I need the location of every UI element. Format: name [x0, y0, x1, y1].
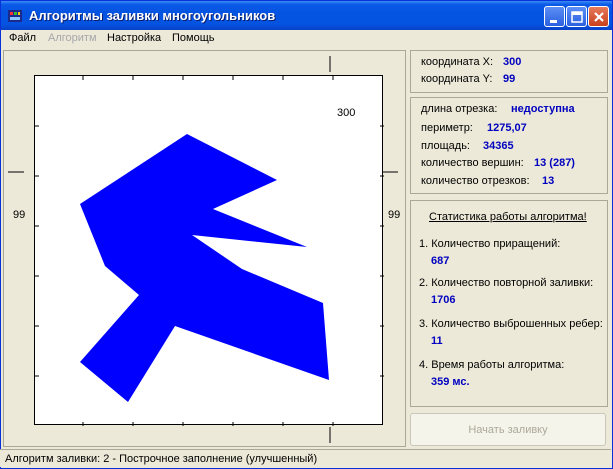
stat-time-value: 359 мс. [431, 376, 470, 388]
stat-refill-value: 1706 [431, 294, 456, 306]
stat-dropped-edges-value: 11 [431, 335, 443, 347]
coord-y-value: 99 [503, 73, 516, 85]
segments-value: 13 [542, 175, 555, 187]
length-value: недоступна [511, 103, 575, 115]
metrics-panel: длина отрезка: недоступна периметр: 1275… [410, 97, 608, 194]
stat-increments-label: 1. Количество приращений: [419, 238, 561, 250]
area-label: площадь: [421, 140, 470, 152]
stat-increments-value: 687 [431, 255, 450, 267]
vertices-label: количество вершин: [421, 157, 524, 169]
stats-title: Статистика работы алгоритма! [429, 211, 587, 223]
stat-refill-label: 2. Количество повторной заливки: [419, 277, 594, 289]
area-value: 34365 [483, 140, 514, 152]
stats-panel: Статистика работы алгоритма! 1. Количест… [410, 200, 608, 407]
start-fill-button[interactable]: Начать заливку [410, 413, 606, 446]
status-text: Алгоритм заливки: 2 - Построчное заполне… [5, 453, 318, 465]
coordinates-panel: координата X: 300 координата Y: 99 [410, 50, 608, 93]
perimeter-label: периметр: [421, 122, 473, 134]
coord-x-label: координата X: [421, 56, 494, 68]
coord-y-label: координата Y: [421, 73, 493, 85]
status-bar: Алгоритм заливки: 2 - Построчное заполне… [0, 449, 611, 467]
length-label: длина отрезка: [421, 103, 498, 115]
coord-x-value: 300 [503, 56, 522, 68]
segments-label: количество отрезков: [421, 175, 530, 187]
perimeter-value: 1275,07 [487, 122, 527, 134]
stat-time-label: 4. Время работы алгоритма: [419, 359, 565, 371]
vertices-value: 13 (287) [534, 157, 575, 169]
stat-dropped-edges-label: 3. Количество выброшенных ребер: [419, 318, 603, 330]
